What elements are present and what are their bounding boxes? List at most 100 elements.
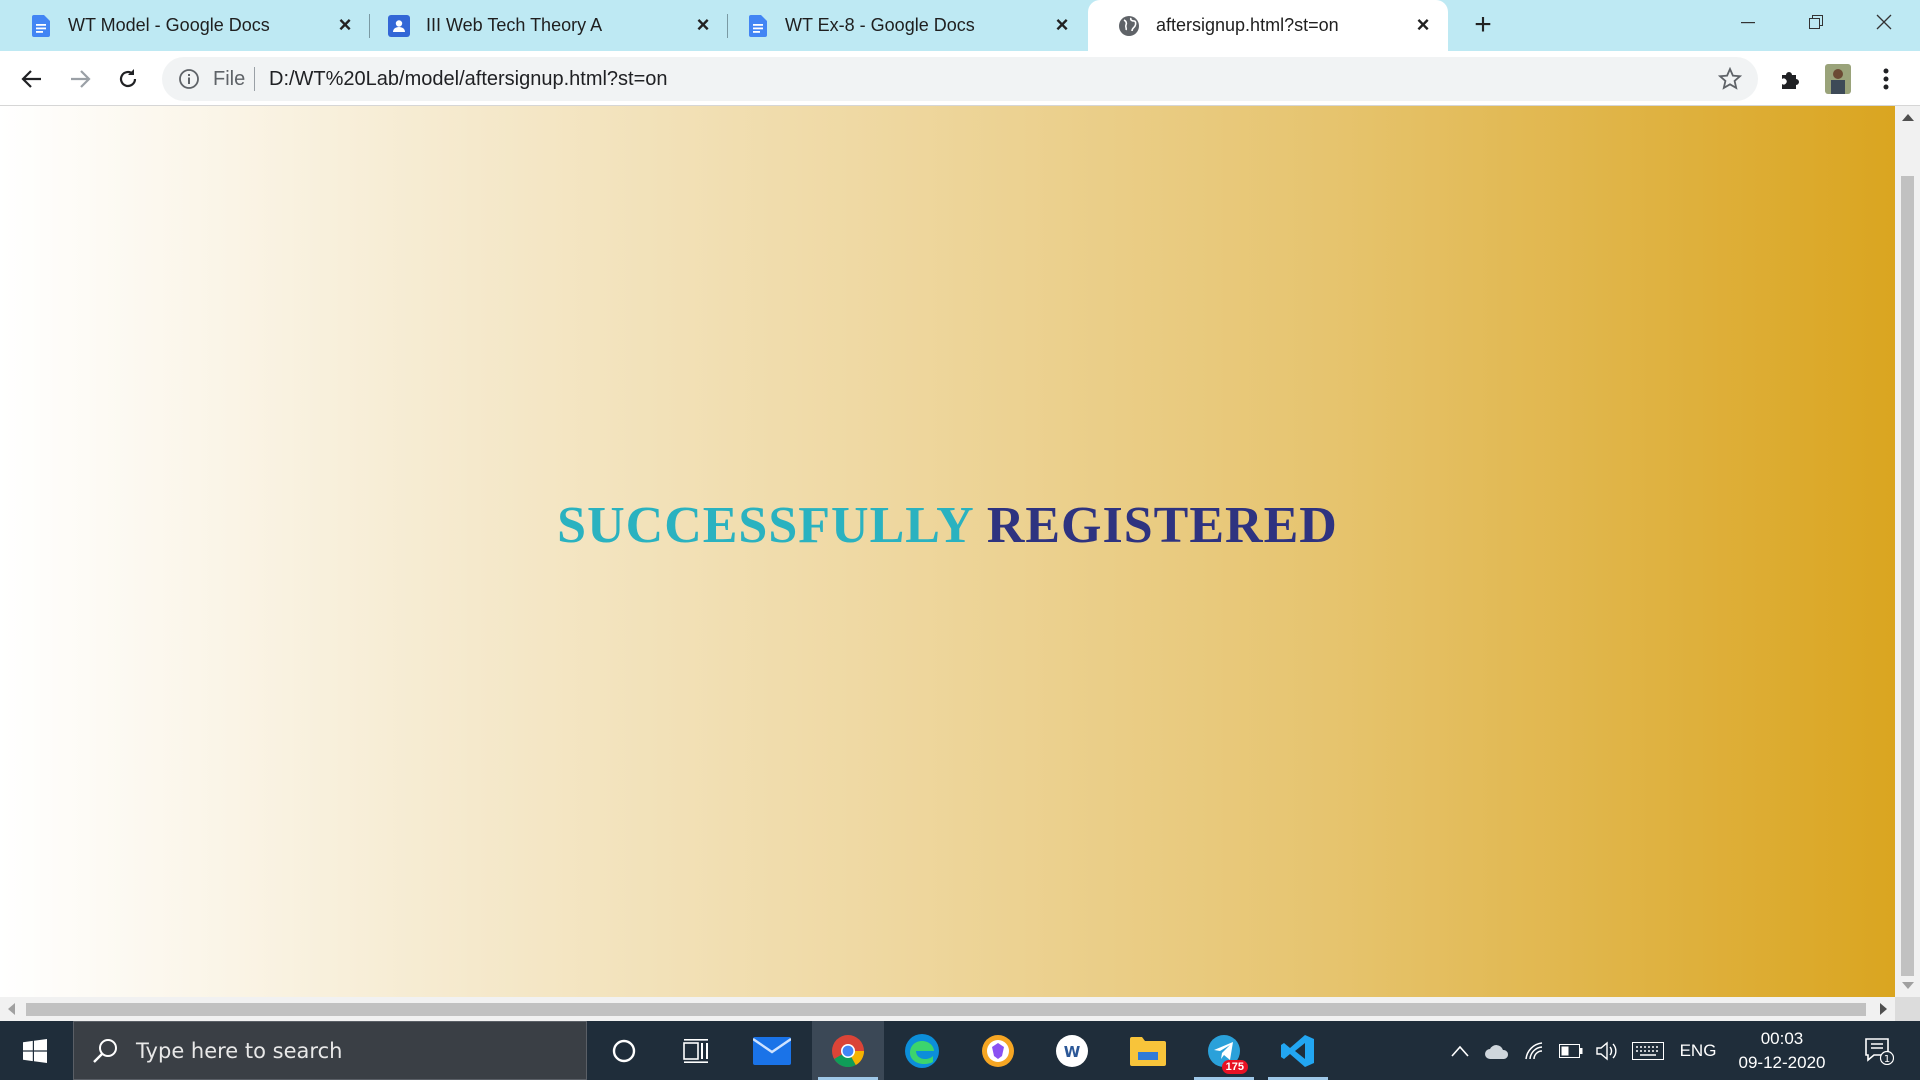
new-tab-button[interactable]: + <box>1468 10 1498 40</box>
vertical-scroll-thumb[interactable] <box>1901 176 1914 976</box>
chrome-app[interactable] <box>812 1021 884 1080</box>
bookmark-star-icon[interactable] <box>1718 67 1742 91</box>
search-placeholder: Type here to search <box>136 1038 343 1063</box>
google-docs-icon <box>747 14 769 37</box>
task-view-icon <box>683 1038 708 1063</box>
scroll-up-arrow-icon[interactable] <box>1902 114 1914 121</box>
speaker-icon <box>1596 1041 1617 1060</box>
reload-icon <box>119 69 137 88</box>
vertical-scrollbar[interactable] <box>1895 106 1920 997</box>
wps-icon: W <box>1056 1034 1088 1067</box>
horizontal-scrollbar[interactable] <box>0 997 1895 1021</box>
tab-aftersignup[interactable]: aftersignup.html?st=on × <box>1088 0 1448 51</box>
action-center-button[interactable]: 1 <box>1854 1021 1904 1080</box>
address-bar[interactable]: File D:/WT%20Lab/model/aftersignup.html?… <box>162 57 1758 101</box>
brave-icon <box>982 1034 1014 1067</box>
windows-taskbar: Type here to search W 175 ENG 00:03 09-1… <box>0 1021 1920 1080</box>
tab-title: WT Model - Google Docs <box>68 15 270 35</box>
input-language[interactable]: ENG <box>1676 1021 1720 1080</box>
close-tab-icon[interactable]: × <box>1051 14 1073 36</box>
reload-button[interactable] <box>112 63 144 95</box>
keyboard-icon <box>1632 1041 1664 1060</box>
cloud-icon <box>1485 1044 1509 1059</box>
vscode-app[interactable] <box>1262 1021 1334 1080</box>
mail-icon <box>753 1036 791 1065</box>
menu-button[interactable] <box>1870 63 1902 95</box>
scheme-label: File <box>213 68 246 90</box>
minimize-icon <box>1741 22 1755 24</box>
notification-icon: 1 <box>1865 1037 1894 1065</box>
mail-app[interactable] <box>736 1021 808 1080</box>
start-button[interactable] <box>0 1021 70 1080</box>
omnibox-divider <box>254 67 255 91</box>
arrow-right-icon <box>71 70 91 88</box>
extensions-button[interactable] <box>1774 63 1806 95</box>
scroll-left-arrow-icon[interactable] <box>8 1003 15 1015</box>
puzzle-icon <box>1782 72 1799 89</box>
back-button[interactable] <box>16 63 48 95</box>
taskbar-search[interactable]: Type here to search <box>73 1021 587 1080</box>
info-icon[interactable] <box>178 68 200 90</box>
browser-toolbar: File D:/WT%20Lab/model/aftersignup.html?… <box>0 51 1920 106</box>
scrollbar-corner <box>1895 997 1920 1021</box>
task-view-button[interactable] <box>660 1021 732 1080</box>
close-tab-icon[interactable]: × <box>1412 14 1434 36</box>
heading-word-registered: REGISTERED <box>986 497 1338 554</box>
forward-button[interactable] <box>64 63 96 95</box>
cortana-button[interactable] <box>588 1021 660 1080</box>
brave-app[interactable] <box>962 1021 1034 1080</box>
battery-tray[interactable] <box>1556 1021 1586 1080</box>
battery-icon <box>1559 1043 1583 1058</box>
clock-date: 09-12-2020 <box>1738 1053 1826 1072</box>
restore-icon <box>1809 15 1823 29</box>
windows-logo-icon <box>23 1038 47 1063</box>
horizontal-scroll-thumb[interactable] <box>26 1003 1866 1016</box>
edge-app[interactable] <box>886 1021 958 1080</box>
search-icon <box>93 1038 117 1063</box>
wifi-icon <box>1525 1041 1543 1059</box>
close-window-button[interactable] <box>1850 0 1918 44</box>
touch-keyboard-button[interactable] <box>1630 1021 1666 1080</box>
url-text[interactable]: D:/WT%20Lab/model/aftersignup.html?st=on <box>269 68 668 91</box>
edge-icon <box>905 1033 939 1068</box>
heading-word-successfully: SUCCESSFULLY <box>557 497 973 554</box>
vscode-icon <box>1281 1034 1314 1067</box>
arrow-left-icon <box>21 70 41 88</box>
network-tray[interactable] <box>1520 1021 1550 1080</box>
close-tab-icon[interactable]: × <box>334 14 356 36</box>
tab-web-tech-theory[interactable]: III Web Tech Theory A × <box>358 0 728 51</box>
chevron-up-icon <box>1451 1045 1469 1057</box>
notification-count: 1 <box>1884 1054 1890 1065</box>
kebab-menu-icon <box>1883 68 1889 90</box>
clock-time: 00:03 <box>1760 1029 1804 1048</box>
svg-text:W: W <box>1064 1043 1081 1061</box>
telegram-app[interactable]: 175 <box>1188 1021 1260 1080</box>
wps-app[interactable]: W <box>1036 1021 1108 1080</box>
google-docs-icon <box>30 14 52 37</box>
tab-wt-model[interactable]: WT Model - Google Docs × <box>0 0 370 51</box>
tab-title: WT Ex-8 - Google Docs <box>785 15 975 35</box>
tab-wt-ex8[interactable]: WT Ex-8 - Google Docs × <box>717 0 1087 51</box>
close-tab-icon[interactable]: × <box>692 14 714 36</box>
tab-title: aftersignup.html?st=on <box>1156 15 1339 35</box>
profile-button[interactable] <box>1822 63 1854 95</box>
success-heading: SUCCESSFULLY REGISTERED <box>0 496 1895 555</box>
file-explorer-app[interactable] <box>1112 1021 1184 1080</box>
cortana-icon <box>612 1039 636 1062</box>
tab-strip: WT Model - Google Docs × III Web Tech Th… <box>0 0 1920 51</box>
system-clock[interactable]: 00:03 09-12-2020 <box>1722 1027 1842 1075</box>
volume-tray[interactable] <box>1592 1021 1622 1080</box>
show-hidden-icons-button[interactable] <box>1448 1021 1472 1080</box>
close-icon <box>1876 14 1892 30</box>
page-viewport: SUCCESSFULLY REGISTERED <box>0 106 1895 997</box>
file-explorer-icon <box>1130 1036 1166 1066</box>
minimize-button[interactable] <box>1714 0 1782 44</box>
restore-button[interactable] <box>1782 0 1850 44</box>
globe-icon <box>1118 15 1140 37</box>
scroll-down-arrow-icon[interactable] <box>1902 982 1914 989</box>
tab-title: III Web Tech Theory A <box>426 15 603 35</box>
unread-badge: 175 <box>1221 1060 1248 1074</box>
scroll-right-arrow-icon[interactable] <box>1880 1003 1887 1015</box>
onedrive-tray[interactable] <box>1482 1021 1512 1080</box>
chrome-icon <box>832 1034 864 1067</box>
